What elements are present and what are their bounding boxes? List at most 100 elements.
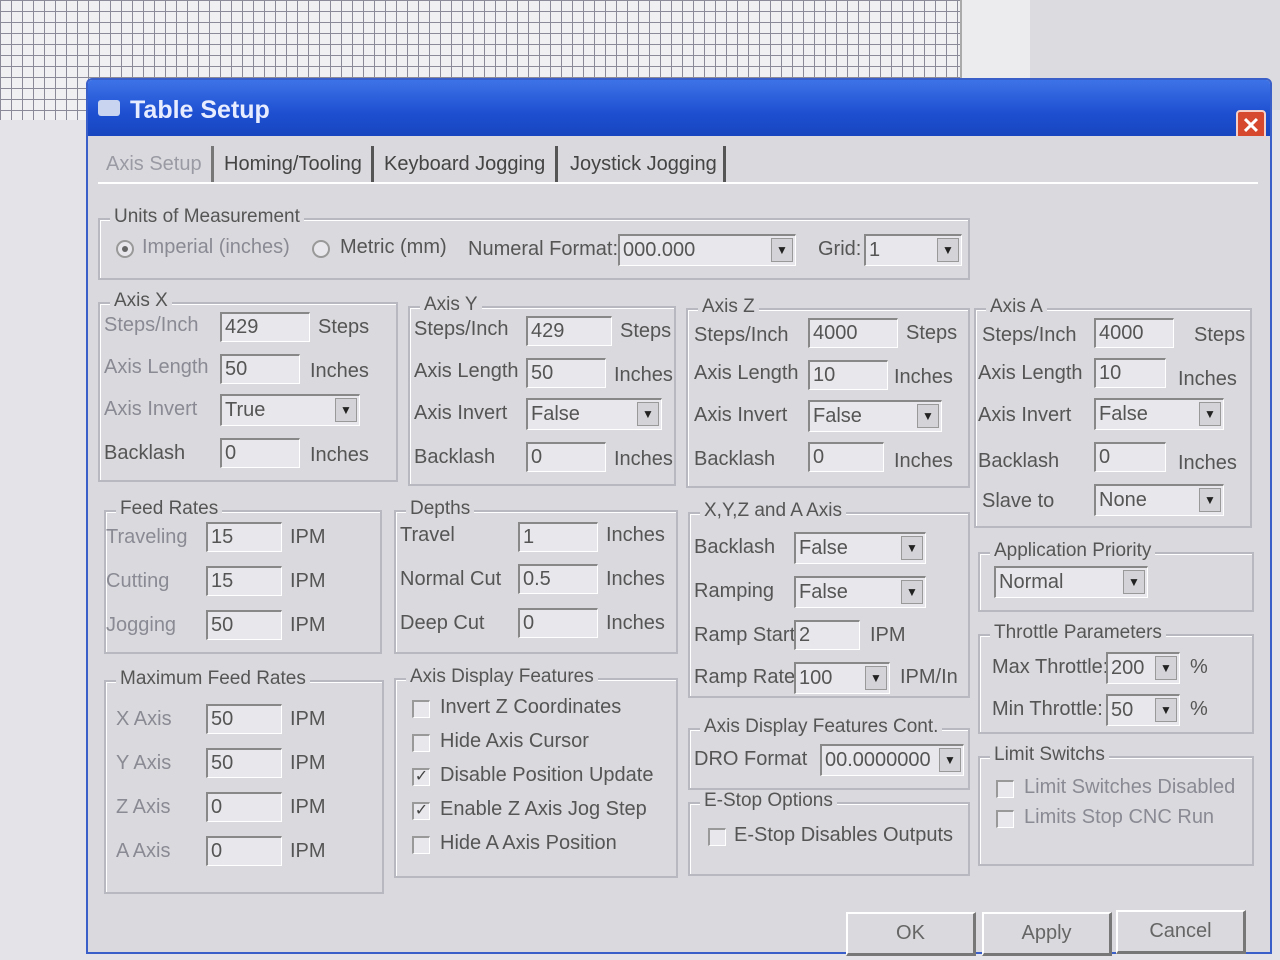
throttle-group: Throttle Parameters Max Throttle: 200 ▼ %…: [978, 622, 1254, 734]
deep-cut-unit: Inches: [606, 612, 665, 634]
max-x-label: X Axis: [116, 708, 172, 730]
axis-y-backlash-input[interactable]: 0: [526, 442, 606, 472]
chevron-down-icon: ▼: [1199, 488, 1221, 512]
metric-radio[interactable]: [312, 240, 330, 258]
priority-select[interactable]: Normal ▼: [994, 566, 1148, 598]
axis-z-group: Axis Z Steps/Inch 4000 Steps Axis Length…: [686, 296, 970, 488]
axis-z-length-input[interactable]: 10: [808, 360, 888, 390]
cancel-button[interactable]: Cancel: [1116, 910, 1246, 954]
max-a-input[interactable]: 0: [206, 836, 282, 866]
tab-axis-setup[interactable]: Axis Setup: [100, 146, 214, 182]
checkbox-label-0: Invert Z Coordinates: [440, 696, 622, 718]
axis-a-invert-select[interactable]: False ▼: [1094, 398, 1224, 430]
axis-y-length-unit: Inches: [614, 364, 673, 386]
checkbox-label-2: Disable Position Update: [440, 764, 654, 786]
max-x-input[interactable]: 50: [206, 704, 282, 734]
dro-format-value: 00.0000000: [825, 749, 931, 771]
axis-y-steps-input[interactable]: 429: [526, 316, 612, 346]
checkbox-label-1: Hide Axis Cursor: [440, 730, 589, 752]
max-throttle-select[interactable]: 200 ▼: [1106, 652, 1180, 684]
cutting-input[interactable]: 15: [206, 566, 282, 596]
estop-checkbox[interactable]: [708, 828, 726, 846]
tab-joystick-jogging[interactable]: Joystick Jogging: [564, 146, 726, 182]
depths-group: Depths Travel 1 Inches Normal Cut 0.5 In…: [394, 498, 678, 654]
grid-select[interactable]: 1 ▼: [864, 234, 962, 266]
axis-y-invert-value: False: [531, 403, 580, 425]
axis-a-group: Axis A Steps/Inch 4000 Steps Axis Length…: [974, 296, 1252, 528]
grid-label: Grid:: [818, 238, 862, 260]
axis-a-backlash-input[interactable]: 0: [1094, 442, 1166, 472]
axis-x-length-input[interactable]: 50: [220, 354, 300, 384]
max-feed-group: Maximum Feed Rates X Axis 50 IPM Y Axis …: [104, 668, 384, 894]
axis-z-backlash-unit: Inches: [894, 450, 953, 472]
max-y-unit: IPM: [290, 752, 326, 774]
axis-x-backlash-input[interactable]: 0: [220, 438, 300, 468]
xyza-backlash-select[interactable]: False ▼: [794, 532, 926, 564]
axis-a-steps-unit: Steps: [1194, 324, 1246, 346]
checkbox-4[interactable]: [412, 836, 430, 854]
axis-a-invert-value: False: [1099, 403, 1148, 425]
axis-a-slave-select[interactable]: None ▼: [1094, 484, 1224, 516]
checkbox-label-0: Limit Switches Disabled: [1024, 776, 1236, 798]
feed-rates-group: Feed Rates Traveling 15 IPM Cutting 15 I…: [104, 498, 382, 654]
min-throttle-select[interactable]: 50 ▼: [1106, 694, 1180, 726]
axis-x-steps-label: Steps/Inch: [104, 314, 199, 336]
ramp-rate-select[interactable]: 100 ▼: [794, 662, 890, 694]
min-throttle-value: 50: [1111, 699, 1134, 721]
checkbox-0[interactable]: [996, 780, 1014, 798]
dro-format-select[interactable]: 00.0000000 ▼: [820, 744, 964, 776]
traveling-input[interactable]: 15: [206, 522, 282, 552]
checkbox-label-4: Hide A Axis Position: [440, 832, 617, 854]
cutting-unit: IPM: [290, 570, 326, 592]
max-y-input[interactable]: 50: [206, 748, 282, 778]
display-cont-group: Axis Display Features Cont. DRO Format 0…: [688, 716, 970, 790]
axis-x-steps-input[interactable]: 429: [220, 312, 310, 342]
traveling-label: Traveling: [106, 526, 188, 548]
estop-title: E-Stop Options: [700, 790, 837, 812]
title-bar[interactable]: Table Setup ✕: [88, 80, 1270, 140]
axis-z-backlash-label: Backlash: [694, 448, 776, 470]
axis-x-invert-label: Axis Invert: [104, 398, 198, 420]
chevron-down-icon: ▼: [1123, 570, 1145, 594]
tab-homing-tooling[interactable]: Homing/Tooling: [218, 146, 374, 182]
axis-y-length-input[interactable]: 50: [526, 358, 606, 388]
ramp-rate-label: Ramp Rate: [694, 666, 796, 688]
chevron-down-icon: ▼: [917, 404, 939, 428]
normal-cut-input[interactable]: 0.5: [518, 564, 598, 594]
numeral-format-select[interactable]: 000.000 ▼: [618, 234, 796, 266]
max-throttle-value: 200: [1111, 657, 1145, 679]
jogging-input[interactable]: 50: [206, 610, 282, 640]
checkbox-0[interactable]: [412, 700, 430, 718]
checkbox-1[interactable]: [996, 810, 1014, 828]
depths-title: Depths: [406, 498, 475, 520]
max-z-input[interactable]: 0: [206, 792, 282, 822]
travel-input[interactable]: 1: [518, 522, 598, 552]
max-z-unit: IPM: [290, 796, 326, 818]
ramping-select[interactable]: False ▼: [794, 576, 926, 608]
min-throttle-unit: %: [1190, 698, 1208, 720]
ramp-rate-value: 100: [799, 667, 833, 689]
checkbox-1[interactable]: [412, 734, 430, 752]
axis-a-steps-input[interactable]: 4000: [1094, 318, 1174, 348]
imperial-radio[interactable]: [116, 240, 134, 258]
axis-x-invert-select[interactable]: True ▼: [220, 394, 360, 426]
ok-button[interactable]: OK: [846, 912, 976, 956]
max-a-unit: IPM: [290, 840, 326, 862]
axis-y-steps-label: Steps/Inch: [414, 318, 509, 340]
axis-a-length-input[interactable]: 10: [1094, 358, 1166, 388]
checkbox-2[interactable]: ✓: [412, 768, 430, 786]
axis-z-invert-label: Axis Invert: [694, 404, 788, 426]
axis-y-invert-select[interactable]: False ▼: [526, 398, 662, 430]
deep-cut-input[interactable]: 0: [518, 608, 598, 638]
apply-button[interactable]: Apply: [982, 912, 1112, 956]
max-a-label: A Axis: [116, 840, 171, 862]
tab-keyboard-jogging[interactable]: Keyboard Jogging: [378, 146, 558, 182]
checkbox-3[interactable]: ✓: [412, 802, 430, 820]
ramp-start-input[interactable]: 2: [794, 620, 860, 650]
ramp-start-label: Ramp Start: [694, 624, 796, 646]
axis-z-invert-select[interactable]: False ▼: [808, 400, 942, 432]
axis-z-steps-input[interactable]: 4000: [808, 318, 898, 348]
priority-title: Application Priority: [990, 540, 1156, 562]
axis-z-backlash-input[interactable]: 0: [808, 442, 884, 472]
checkbox-label-3: Enable Z Axis Jog Step: [440, 798, 647, 820]
